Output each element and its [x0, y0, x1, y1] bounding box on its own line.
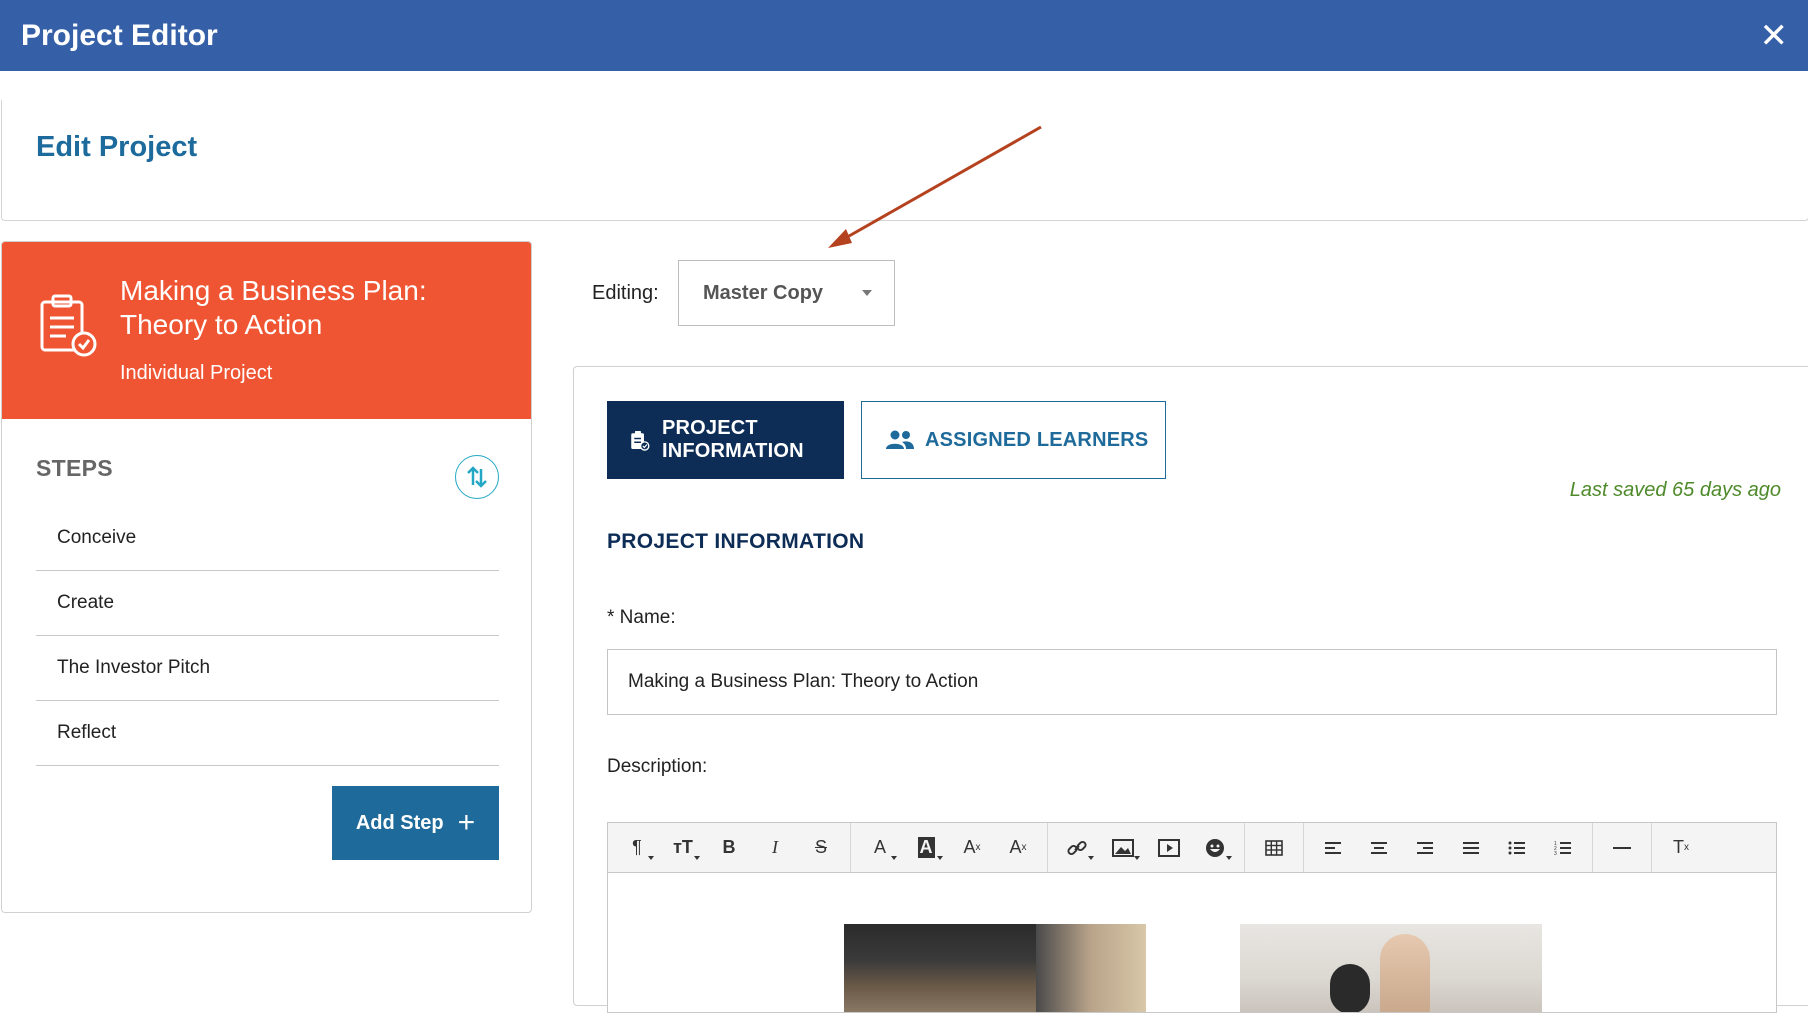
- tab-project-information[interactable]: PROJECT INFORMATION: [607, 401, 844, 479]
- bullet-list-icon[interactable]: [1494, 830, 1540, 866]
- video-icon[interactable]: [1146, 830, 1192, 866]
- editing-selected-value: Master Copy: [703, 281, 824, 304]
- italic-icon[interactable]: I: [752, 830, 798, 866]
- align-center-icon[interactable]: [1356, 830, 1402, 866]
- window-title: Project Editor: [21, 18, 218, 52]
- bold-icon[interactable]: B: [706, 830, 752, 866]
- emoji-icon[interactable]: [1192, 830, 1238, 866]
- table-icon[interactable]: [1251, 830, 1297, 866]
- step-item-create[interactable]: Create: [36, 571, 499, 636]
- description-editor[interactable]: [607, 873, 1777, 1013]
- name-field[interactable]: [607, 649, 1777, 715]
- svg-text:3: 3: [1554, 851, 1557, 855]
- link-icon[interactable]: [1054, 830, 1100, 866]
- step-list: Conceive Create The Investor Pitch Refle…: [36, 506, 499, 766]
- plus-icon: +: [457, 806, 476, 839]
- project-form-card: PROJECT INFORMATION ASSIGNED LEARNERS La…: [573, 366, 1808, 1013]
- toolbar-group-align: 123: [1304, 823, 1593, 872]
- sort-arrows-icon: [467, 466, 487, 488]
- numbered-list-icon[interactable]: 123: [1540, 830, 1586, 866]
- font-size-icon[interactable]: ᴛT: [660, 830, 706, 866]
- toolbar-group-misc: [1593, 823, 1652, 872]
- rich-text-toolbar: ¶ ᴛT B I S A A Ax Ax 1 2 3 T x: [607, 822, 1777, 873]
- align-right-icon[interactable]: [1402, 830, 1448, 866]
- edit-project-header: Edit Project: [1, 100, 1808, 221]
- toolbar-group-clear: Tx: [1652, 823, 1710, 872]
- close-icon[interactable]: ✕: [1760, 19, 1789, 53]
- project-title: Making a Business Plan: Theory to Action: [120, 275, 427, 340]
- editing-version-select[interactable]: Master Copy: [678, 260, 895, 326]
- project-type: Individual Project: [120, 362, 273, 384]
- name-field-label: * Name:: [607, 607, 676, 628]
- background-color-icon[interactable]: A: [903, 830, 949, 866]
- image-icon[interactable]: [1100, 830, 1146, 866]
- strikethrough-icon[interactable]: S: [798, 830, 844, 866]
- step-item-conceive[interactable]: Conceive: [36, 506, 499, 571]
- description-image-student: [1240, 924, 1542, 1012]
- align-left-icon[interactable]: [1310, 830, 1356, 866]
- horizontal-line-icon[interactable]: [1599, 830, 1645, 866]
- description-image-workshop: [844, 924, 1146, 1012]
- page-title: Edit Project: [36, 131, 198, 163]
- toolbar-group-table: [1245, 823, 1304, 872]
- paragraph-format-icon[interactable]: ¶: [614, 830, 660, 866]
- reorder-steps-button[interactable]: [455, 455, 499, 499]
- superscript-icon[interactable]: Ax: [949, 830, 995, 866]
- clear-formatting-icon[interactable]: Tx: [1658, 830, 1704, 866]
- tab-project-information-label: PROJECT INFORMATION: [661, 417, 804, 462]
- chevron-down-icon: [862, 290, 872, 296]
- subscript-icon[interactable]: Ax: [995, 830, 1041, 866]
- tab-assigned-learners-label: ASSIGNED LEARNERS: [925, 428, 1149, 451]
- step-item-reflect[interactable]: Reflect: [36, 701, 499, 766]
- toolbar-group-insert: [1048, 823, 1245, 872]
- last-saved-status: Last saved 65 days ago: [1569, 479, 1781, 501]
- align-justify-icon[interactable]: [1448, 830, 1494, 866]
- description-label: Description:: [607, 756, 708, 777]
- section-title: PROJECT INFORMATION: [607, 530, 865, 553]
- tab-assigned-learners[interactable]: ASSIGNED LEARNERS: [861, 401, 1166, 479]
- step-item-investor-pitch[interactable]: The Investor Pitch: [36, 636, 499, 701]
- editing-label: Editing:: [592, 282, 659, 304]
- project-banner: Making a Business Plan: Theory to Action…: [2, 242, 531, 419]
- steps-heading: STEPS: [36, 455, 113, 481]
- project-sidebar: Making a Business Plan: Theory to Action…: [1, 241, 532, 913]
- toolbar-group-color: A A Ax Ax: [851, 823, 1048, 872]
- clipboard-check-icon: [40, 294, 97, 357]
- add-step-button[interactable]: Add Step +: [332, 786, 499, 860]
- people-icon: [886, 430, 914, 449]
- toolbar-group-format: ¶ ᴛT B I S: [608, 823, 851, 872]
- add-step-label: Add Step: [355, 811, 444, 834]
- window-titlebar: Project Editor ✕: [0, 0, 1808, 71]
- clipboard-check-icon: [631, 431, 650, 451]
- text-color-icon[interactable]: A: [857, 830, 903, 866]
